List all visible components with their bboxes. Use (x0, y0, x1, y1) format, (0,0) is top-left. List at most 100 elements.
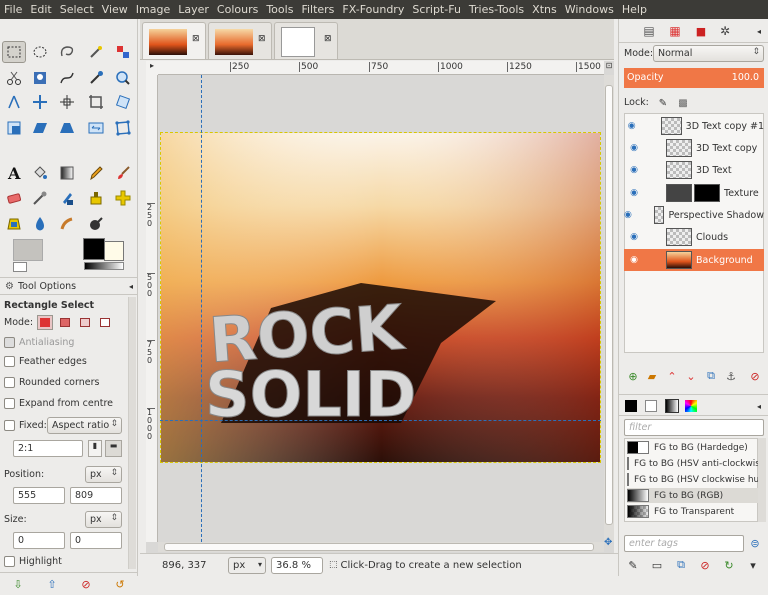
blur-sharpen-tool-icon[interactable] (28, 213, 52, 235)
new-gradient-icon[interactable]: ▭ (649, 557, 665, 573)
horizontal-guide[interactable] (160, 420, 601, 421)
size-unit-dropdown[interactable]: px (85, 511, 122, 528)
flip-tool-icon[interactable] (84, 117, 108, 139)
lower-layer-icon[interactable]: ⌄ (683, 368, 699, 384)
scroll-thumb[interactable] (164, 543, 594, 551)
smudge-tool-icon[interactable] (55, 213, 79, 235)
gradient-item[interactable]: FG to Transparent (627, 504, 765, 519)
rect-select-tool-icon[interactable] (2, 41, 26, 63)
tab-close-icon[interactable]: ⊠ (258, 34, 266, 44)
gradient-item-selected[interactable]: FG to BG (RGB) (627, 488, 765, 503)
reset-options-icon[interactable]: ↺ (112, 576, 128, 592)
mode-intersect-icon[interactable] (97, 315, 113, 330)
layer-row[interactable]: ◉ 3D Text (624, 159, 764, 181)
layer-row[interactable]: ◉ Clouds (624, 226, 764, 248)
feather-checkbox[interactable] (4, 356, 15, 367)
shear-tool-icon[interactable] (28, 117, 52, 139)
layer-mode-dropdown[interactable]: Normal (653, 45, 764, 62)
anchor-layer-icon[interactable]: ⚓ (723, 368, 739, 384)
zoom-lock-icon[interactable]: ⊡ (604, 61, 614, 75)
gradient-item[interactable]: FG to BG (Hardedge) (627, 440, 765, 455)
quick-mask-corner-icon[interactable]: ▸ (146, 61, 158, 75)
refresh-gradients-icon[interactable]: ↻ (721, 557, 737, 573)
mode-add-icon[interactable] (57, 315, 73, 330)
perspective-tool-icon[interactable] (55, 117, 79, 139)
tool-options-tab[interactable]: Tool Options (18, 281, 76, 292)
foreground-select-tool-icon[interactable] (28, 67, 52, 89)
zoom-dropdown[interactable]: 36.8 % (271, 556, 323, 574)
visibility-eye-icon[interactable]: ◉ (624, 232, 644, 242)
move-tool-icon[interactable] (28, 91, 52, 113)
ratio-field[interactable]: 2:1 (13, 440, 83, 457)
mode-subtract-icon[interactable] (77, 315, 93, 330)
visibility-eye-icon[interactable]: ◉ (624, 165, 644, 175)
text-tool-icon[interactable]: A (2, 162, 26, 184)
canvas-vertical-scrollbar[interactable] (604, 75, 614, 542)
menu-image[interactable]: Image (132, 3, 174, 16)
fixed-dropdown[interactable]: Aspect ratio (47, 417, 122, 434)
clone-tool-icon[interactable] (84, 187, 108, 209)
tab-menu-icon[interactable]: ◂ (751, 398, 767, 414)
tag-dropdown-icon[interactable]: ⊜ (747, 535, 763, 551)
menu-windows[interactable]: Windows (561, 3, 618, 16)
vertical-guide[interactable] (201, 75, 202, 542)
landscape-icon[interactable]: ▬ (105, 440, 122, 457)
image-tab-2[interactable]: ⊠ (208, 22, 272, 59)
tags-input[interactable]: enter tags (624, 535, 744, 552)
layer-row[interactable]: ◉ 3D Text copy #1 (624, 115, 764, 137)
position-x-field[interactable]: 555 (13, 487, 65, 504)
ellipse-select-tool-icon[interactable] (28, 41, 52, 63)
image-tab-1[interactable]: ⊠ (142, 22, 206, 59)
gradient-item[interactable]: FG to BG (HSV anti-clockwise) (627, 456, 765, 471)
gradient-item[interactable]: FG to BG (HSV clockwise hue) (627, 472, 765, 487)
gradients-tab-icon[interactable] (665, 399, 679, 413)
layer-row-selected[interactable]: ◉ Background (624, 249, 764, 271)
visibility-eye-icon[interactable]: ◉ (624, 210, 632, 220)
menu-file[interactable]: File (0, 3, 26, 16)
paintbrush-tool-icon[interactable] (111, 162, 135, 184)
zoom-tool-icon[interactable] (111, 67, 135, 89)
new-layer-icon[interactable]: ⊕ (625, 368, 641, 384)
scale-tool-icon[interactable] (2, 117, 26, 139)
bucket-fill-tool-icon[interactable] (28, 162, 52, 184)
cage-transform-tool-icon[interactable] (111, 117, 135, 139)
scissors-select-tool-icon[interactable] (2, 67, 26, 89)
horizontal-ruler[interactable]: 250 500 750 1000 1250 1500 (158, 61, 604, 75)
paths-tab-icon[interactable]: ■ (693, 23, 709, 39)
visibility-eye-icon[interactable]: ◉ (624, 188, 644, 198)
menu-select[interactable]: Select (56, 3, 98, 16)
tab-close-icon[interactable]: ⊠ (324, 34, 332, 44)
menu-xtns[interactable]: Xtns (528, 3, 561, 16)
channels-tab-icon[interactable]: ▦ (667, 23, 683, 39)
portrait-icon[interactable]: ▮ (88, 440, 102, 457)
layer-row[interactable]: ◉ Perspective Shadow (624, 204, 764, 226)
menu-colours[interactable]: Colours (213, 3, 262, 16)
new-layer-group-icon[interactable]: ▰ (644, 368, 660, 384)
mode-replace-icon[interactable] (37, 315, 54, 330)
visibility-eye-icon[interactable]: ◉ (624, 121, 639, 131)
gradient-filter-input[interactable]: filter (624, 419, 764, 436)
menu-tries-tools[interactable]: Tries-Tools (465, 3, 528, 16)
visibility-eye-icon[interactable]: ◉ (624, 143, 644, 153)
image-tab-3[interactable]: ⊠ (274, 22, 338, 59)
highlight-checkbox[interactable] (4, 556, 15, 567)
background-colour-swatch[interactable] (104, 241, 124, 261)
free-select-tool-icon[interactable] (55, 41, 79, 63)
rotate-tool-icon[interactable] (111, 91, 135, 113)
foreground-colour-swatch[interactable] (83, 238, 105, 260)
size-width-field[interactable]: 0 (13, 532, 65, 549)
antialiasing-checkbox[interactable] (4, 337, 15, 348)
palettes-tab-icon[interactable] (685, 400, 697, 412)
lock-pixels-icon[interactable]: ✎ (655, 95, 671, 111)
duplicate-gradient-icon[interactable]: ⧉ (673, 557, 689, 573)
menu-view[interactable]: View (98, 3, 132, 16)
airbrush-tool-icon[interactable] (28, 187, 52, 209)
colour-picker-tool-icon[interactable] (84, 67, 108, 89)
layers-tab-icon[interactable]: ▤ (641, 23, 657, 39)
layer-row[interactable]: ◉ Texture (624, 182, 764, 204)
fixed-checkbox[interactable] (4, 420, 15, 431)
position-unit-dropdown[interactable]: px (85, 466, 122, 483)
tab-menu-icon[interactable]: ◂ (129, 282, 133, 291)
crop-tool-icon[interactable] (84, 91, 108, 113)
dodge-burn-tool-icon[interactable] (84, 213, 108, 235)
